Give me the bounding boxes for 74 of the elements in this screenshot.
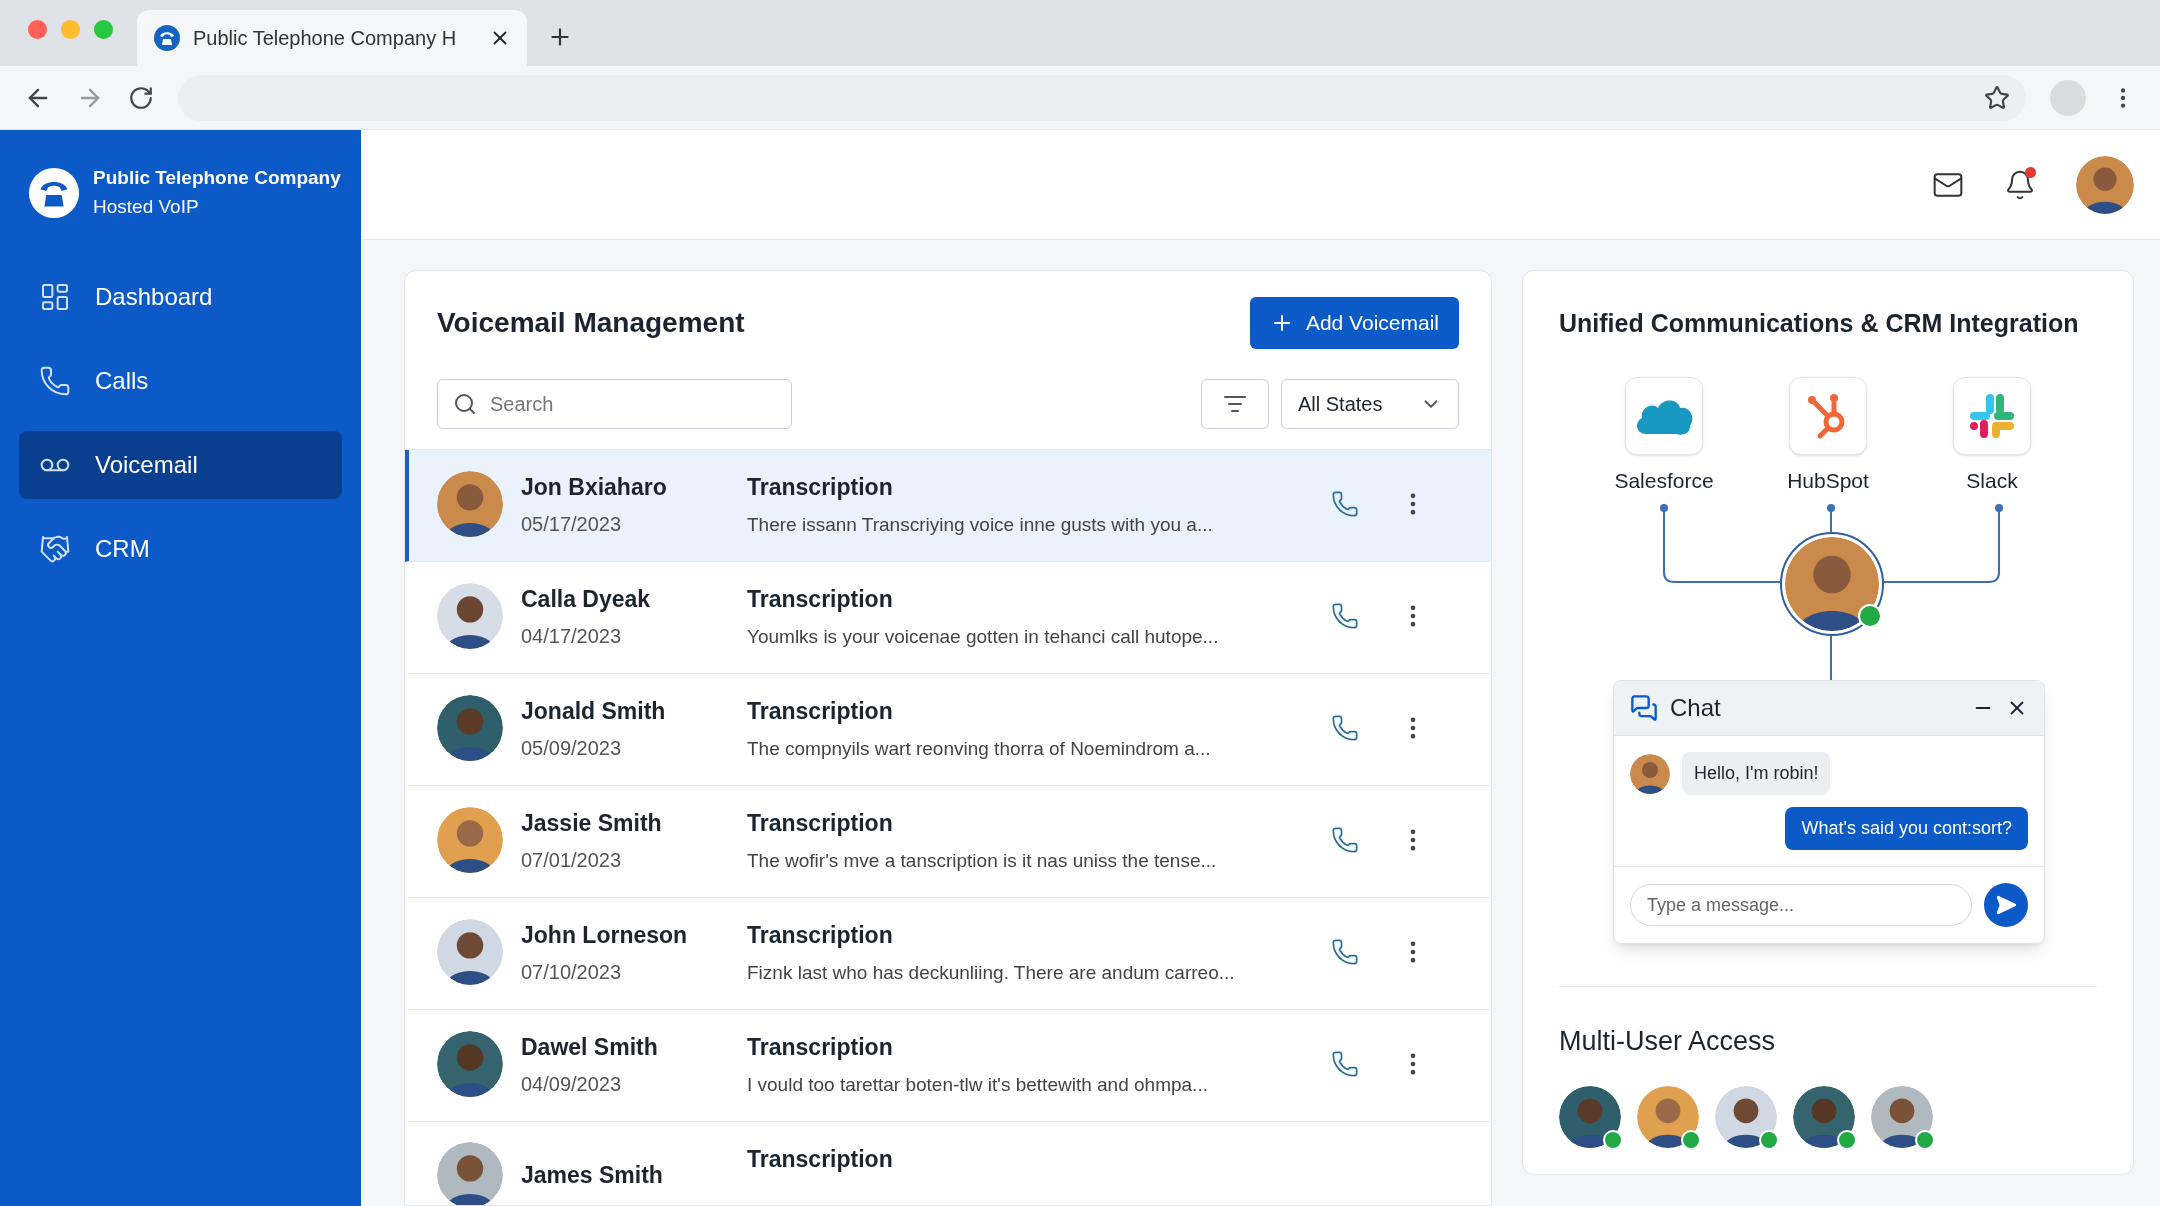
transcription-label: Transcription xyxy=(747,473,894,502)
connector-line xyxy=(1827,504,1835,533)
app-tile[interactable] xyxy=(1953,376,2031,455)
avatar xyxy=(1630,753,1670,794)
phone-icon[interactable] xyxy=(1331,1050,1359,1078)
voicemail-date: 04/17/2023 xyxy=(521,623,623,649)
transcription-label: Transcription xyxy=(747,697,894,726)
voicemail-date: 07/10/2023 xyxy=(521,959,623,985)
search-field[interactable]: Search xyxy=(437,379,792,429)
brand-title: Public Telephone Company xyxy=(93,166,341,190)
phone-icon xyxy=(39,365,71,397)
sidebar-item[interactable]: Voicemail xyxy=(19,431,342,499)
caller-name: Calla Dyeak xyxy=(521,585,651,614)
card-title: Voicemail Management xyxy=(437,306,745,340)
brand-subtitle: Hosted VoIP xyxy=(93,194,200,219)
reload-icon[interactable] xyxy=(128,84,154,111)
address-field[interactable] xyxy=(178,74,2026,121)
app-name: Slack xyxy=(1966,467,2018,494)
app-name: Salesforce xyxy=(1614,467,1714,494)
phone-logo-icon xyxy=(27,165,81,220)
filter-button[interactable] xyxy=(1201,379,1269,429)
transcription-label: Transcription xyxy=(747,1033,894,1062)
bell-icon[interactable] xyxy=(2004,168,2036,201)
sent-message: What's said you cont:sort? xyxy=(1785,807,2028,850)
sidebar-item[interactable]: Calls xyxy=(19,347,342,415)
transcription-text: Fiznk last who has deckunliing. There are andum carreo... xyxy=(747,960,1236,985)
phone-icon[interactable] xyxy=(1331,938,1359,966)
phone-icon[interactable] xyxy=(1331,714,1359,742)
state-dropdown[interactable]: All States xyxy=(1281,379,1459,429)
voicemail-row[interactable]: Jon Bxiaharo 05/17/2023 Transcription There issann Transcriying voice inne gusts with you a... xyxy=(405,450,1491,562)
chat-icon xyxy=(1630,694,1658,722)
voicemail-date: 05/17/2023 xyxy=(521,511,623,537)
transcription-label: Transcription xyxy=(747,1145,894,1174)
phone-logo-icon xyxy=(153,24,181,52)
voicemail-date: 07/01/2023 xyxy=(521,847,623,873)
chat-title: Chat xyxy=(1670,693,1721,723)
transcription-text: The wofir's mve a tanscription is it nas uniss the tense... xyxy=(747,848,1218,873)
transcription-label: Transcription xyxy=(747,809,894,838)
caller-name: Jon Bxiaharo xyxy=(521,473,667,502)
caller-name: Jonald Smith xyxy=(521,697,666,726)
transcription-text: I vould too tarettar boten-tlw it's bettewith and ohmpa... xyxy=(747,1072,1209,1097)
caller-name: John Lorneson xyxy=(521,921,688,950)
app-tile[interactable] xyxy=(1625,376,1703,455)
transcription-text: Youmlks is your voicenae gotten in tehanci call hutope... xyxy=(747,624,1220,649)
add-voicemail-button[interactable]: Add Voicemail xyxy=(1249,297,1459,349)
send-button[interactable] xyxy=(1984,883,2028,927)
star-icon[interactable] xyxy=(1984,84,2010,111)
section-title: Multi-User Access xyxy=(1559,1025,1777,1058)
caller-name: James Smith xyxy=(521,1160,663,1190)
transcription-label: Transcription xyxy=(747,921,894,950)
transcription-label: Transcription xyxy=(747,585,894,614)
message-field[interactable]: Type a message... xyxy=(1630,884,1972,926)
transcription-text: The compnyils wart reonving thorra of Noemindrom a... xyxy=(747,736,1212,761)
phone-icon[interactable] xyxy=(1331,826,1359,854)
caller-name: Jassie Smith xyxy=(521,809,662,838)
app-tile[interactable] xyxy=(1789,376,1867,455)
browser-tab[interactable]: Public Telephone Company H xyxy=(137,10,527,66)
voicemail-date: 04/09/2023 xyxy=(521,1071,623,1097)
connector-line xyxy=(1830,635,1832,680)
send-icon xyxy=(1995,894,2017,916)
phone-icon[interactable] xyxy=(1331,602,1359,630)
search-icon xyxy=(453,392,477,416)
tab-title: Public Telephone Company H xyxy=(193,26,457,51)
sidebar-item[interactable]: Dashboard xyxy=(19,263,342,331)
app-name: HubSpot xyxy=(1787,467,1869,494)
received-message: Hello, I'm robin! xyxy=(1682,752,1831,795)
voicemail-date: 05/09/2023 xyxy=(521,735,623,761)
card-title: Unified Communications & CRM Integration xyxy=(1559,308,2080,339)
sidebar-item[interactable]: CRM xyxy=(19,515,342,583)
transcription-text: There issann Transcriying voice inne gusts with you a... xyxy=(747,512,1214,537)
dashboard-icon xyxy=(39,281,71,313)
caller-name: Dawel Smith xyxy=(521,1033,658,1062)
phone-icon[interactable] xyxy=(1331,490,1359,518)
handshake-icon xyxy=(39,533,71,565)
